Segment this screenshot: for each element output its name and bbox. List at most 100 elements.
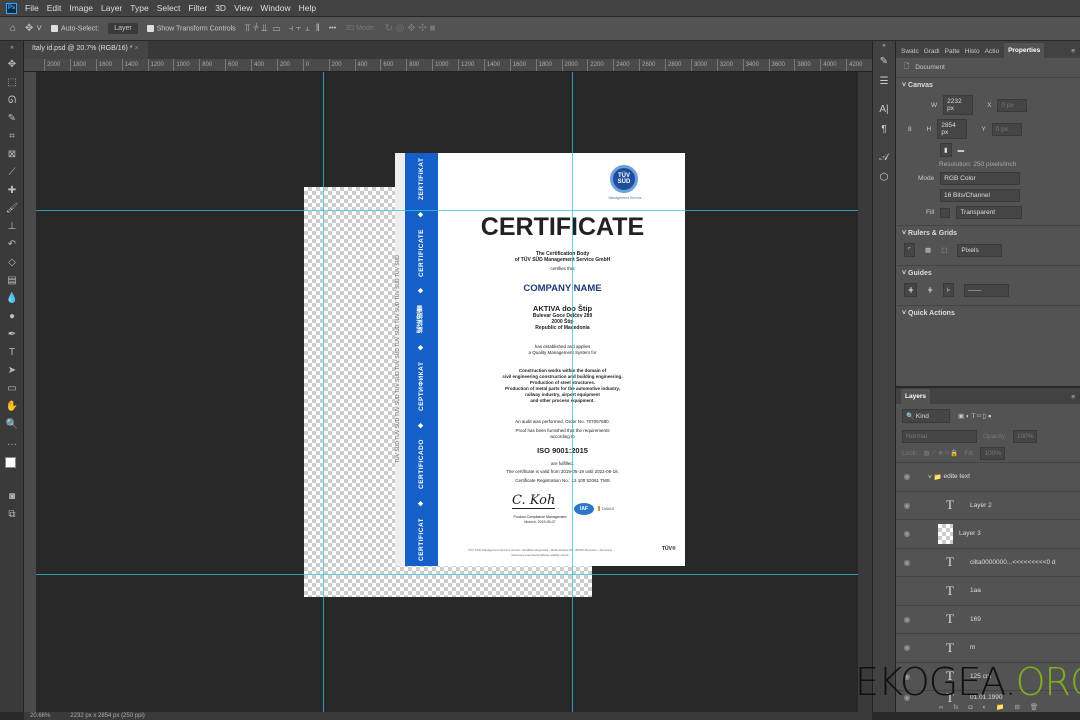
menu-file[interactable]: File bbox=[25, 3, 39, 13]
visibility-eye-icon[interactable]: ◉ bbox=[896, 501, 918, 510]
history-brush-icon[interactable]: ↶ bbox=[0, 235, 24, 253]
portrait-icon[interactable]: ▮ bbox=[940, 143, 952, 157]
group-icon[interactable]: 📁 bbox=[996, 703, 1004, 711]
zoom-tool-icon[interactable]: 🔍 bbox=[0, 415, 24, 433]
visibility-eye-icon[interactable]: ◉ bbox=[896, 643, 918, 652]
delete-icon[interactable]: 🗑 bbox=[1030, 703, 1038, 711]
quick-select-icon[interactable]: ✎ bbox=[0, 109, 24, 127]
opacity-field[interactable]: 100% bbox=[1012, 430, 1038, 443]
move-tool-icon[interactable]: ✥ bbox=[0, 55, 24, 73]
guides-section[interactable]: ˅ Guides bbox=[896, 265, 1080, 281]
x-field[interactable]: 0 px bbox=[997, 98, 1028, 112]
collapse-icon[interactable]: « bbox=[873, 41, 895, 51]
height-field[interactable]: 2854 px bbox=[937, 119, 968, 139]
bit-depth-select[interactable]: 16 Bits/Channel bbox=[940, 189, 1020, 202]
tab-history[interactable]: Histo bbox=[965, 45, 980, 58]
fill-field[interactable]: 100% bbox=[980, 447, 1006, 460]
brush-settings-icon[interactable]: ✎ bbox=[873, 51, 895, 71]
guide-vertical[interactable] bbox=[572, 72, 573, 712]
menu-3d[interactable]: 3D bbox=[215, 3, 226, 13]
lock-icons[interactable]: ▩ ⟋ ✥ ⌑ 🔒 bbox=[924, 449, 959, 458]
visibility-eye-icon[interactable]: ◉ bbox=[896, 529, 918, 538]
visibility-eye-icon[interactable]: ◉ bbox=[896, 472, 918, 481]
quick-actions-section[interactable]: ˅ Quick Actions bbox=[896, 305, 1080, 321]
landscape-icon[interactable]: ▬ bbox=[958, 147, 965, 154]
auto-select-checkbox[interactable]: Auto-Select: bbox=[51, 24, 99, 32]
menu-type[interactable]: Type bbox=[130, 3, 148, 13]
units-select[interactable]: Pixels bbox=[957, 243, 1003, 257]
eraser-icon[interactable]: ◇ bbox=[0, 253, 24, 271]
fill-select[interactable]: Transparent bbox=[956, 206, 1023, 219]
pen-tool-icon[interactable]: ✒ bbox=[0, 325, 24, 343]
rulers-grids-section[interactable]: ˅ Rulers & Grids bbox=[896, 225, 1080, 241]
new-layer-icon[interactable]: ⊞ bbox=[1014, 703, 1019, 711]
3d-tools-icons[interactable]: ↻ ◎ ✥ ✣ ■ bbox=[385, 23, 436, 34]
mode-select[interactable]: RGB Color bbox=[940, 172, 1021, 185]
menu-view[interactable]: View bbox=[234, 3, 252, 13]
panel-menu-icon[interactable]: ≡ bbox=[1071, 45, 1080, 58]
color-swatches[interactable] bbox=[0, 451, 24, 487]
fx-icon[interactable]: fx bbox=[953, 704, 958, 711]
menu-window[interactable]: Window bbox=[260, 3, 290, 13]
glyphs-icon[interactable]: 𝒜 bbox=[873, 147, 895, 167]
layer-row[interactable]: ▫ T 1aa bbox=[896, 576, 1080, 605]
menu-edit[interactable]: Edit bbox=[47, 3, 62, 13]
guide-horizontal[interactable] bbox=[36, 210, 858, 211]
menu-layer[interactable]: Layer bbox=[101, 3, 122, 13]
mask-icon[interactable]: ◘ bbox=[969, 704, 973, 711]
pixel-grid-icon[interactable]: ⬚ bbox=[941, 246, 947, 254]
width-field[interactable]: 2232 px bbox=[943, 95, 974, 115]
layer-select[interactable]: Layer bbox=[108, 23, 138, 34]
rulers-icon[interactable]: ⌜ bbox=[904, 243, 916, 257]
document-tab[interactable]: Italy id.psd @ 20.7% (RGB/16) * × bbox=[24, 41, 148, 59]
visibility-eye-icon[interactable]: ◉ bbox=[896, 615, 918, 624]
visibility-eye-icon[interactable]: ◉ bbox=[896, 558, 918, 567]
filter-icons[interactable]: ▣ ◐ T ⌑ ▯ ● bbox=[958, 412, 992, 420]
guide-style-select[interactable]: —— bbox=[964, 283, 1010, 297]
new-guide-icon[interactable]: ⊧ bbox=[942, 283, 955, 297]
layer-row[interactable]: ◉ Tcilta0000000...<<<<<<<<<0 d bbox=[896, 547, 1080, 577]
guides-icon[interactable]: ⋕ bbox=[904, 283, 918, 297]
type-tool-icon[interactable]: T bbox=[0, 343, 24, 361]
move-tool-icon[interactable]: ✥ ˅ bbox=[25, 23, 42, 34]
canvas-area[interactable]: TÜV SÜD TÜV SÜD TÜV SÜD TÜV SÜD TÜV SÜD … bbox=[36, 72, 858, 712]
tab-swatches[interactable]: Swatc bbox=[901, 45, 919, 58]
layer-row[interactable]: ◉ Layer 3 bbox=[896, 519, 1080, 548]
healing-brush-icon[interactable]: ✚ bbox=[0, 181, 24, 199]
kind-filter[interactable]: 🔍 Kind bbox=[902, 409, 950, 423]
zoom-level[interactable]: 20.66% bbox=[30, 712, 50, 720]
guides-lock-icon[interactable]: ⋕ bbox=[927, 286, 932, 294]
align-icons[interactable]: ⫪ ⫩ ⫫ ▭ ⫞ ⫟ ⫠ ‖ bbox=[245, 23, 320, 34]
layer-row[interactable]: ◉ T Layer 2 bbox=[896, 490, 1080, 520]
brush-tool-icon[interactable]: 🖌 bbox=[0, 199, 24, 217]
stamp-tool-icon[interactable]: ⊥ bbox=[0, 217, 24, 235]
eyedropper-icon[interactable]: ⟋ bbox=[0, 163, 24, 181]
menu-image[interactable]: Image bbox=[69, 3, 93, 13]
visibility-off-icon[interactable]: ▫ bbox=[896, 586, 918, 595]
screen-mode-icon[interactable]: ⧉ bbox=[0, 505, 24, 523]
menu-select[interactable]: Select bbox=[157, 3, 181, 13]
show-transform-checkbox[interactable]: Show Transform Controls bbox=[146, 24, 236, 32]
quick-mask-icon[interactable]: ◙ bbox=[0, 487, 24, 505]
canvas-section[interactable]: ˅ Canvas bbox=[896, 77, 1080, 93]
guide-vertical[interactable] bbox=[323, 72, 324, 712]
panel-menu-icon[interactable]: ≡ bbox=[1071, 391, 1080, 404]
layer-row[interactable]: ◉ Tm bbox=[896, 633, 1080, 662]
link-icon[interactable]: 8 bbox=[908, 126, 912, 133]
layer-row[interactable]: ◉ T 169 bbox=[896, 604, 1080, 634]
collapse-icon[interactable]: » bbox=[0, 41, 24, 55]
dodge-tool-icon[interactable]: ● bbox=[0, 307, 24, 325]
character-icon[interactable]: A| bbox=[873, 99, 895, 119]
marquee-tool-icon[interactable]: ⬚ bbox=[0, 73, 24, 91]
tab-properties[interactable]: Properties bbox=[1004, 43, 1045, 58]
fill-swatch[interactable] bbox=[940, 207, 951, 218]
grid-icon[interactable]: ▦ bbox=[925, 246, 931, 254]
gradient-tool-icon[interactable]: ▤ bbox=[0, 271, 24, 289]
home-icon[interactable]: ⌂ bbox=[10, 23, 16, 34]
blur-tool-icon[interactable]: 💧 bbox=[0, 289, 24, 307]
more-button[interactable]: ••• bbox=[329, 25, 336, 32]
tab-patterns[interactable]: Patte bbox=[945, 45, 960, 58]
paragraph-icon[interactable]: ¶ bbox=[873, 119, 895, 139]
menu-filter[interactable]: Filter bbox=[188, 3, 207, 13]
foreground-color[interactable] bbox=[5, 457, 16, 468]
